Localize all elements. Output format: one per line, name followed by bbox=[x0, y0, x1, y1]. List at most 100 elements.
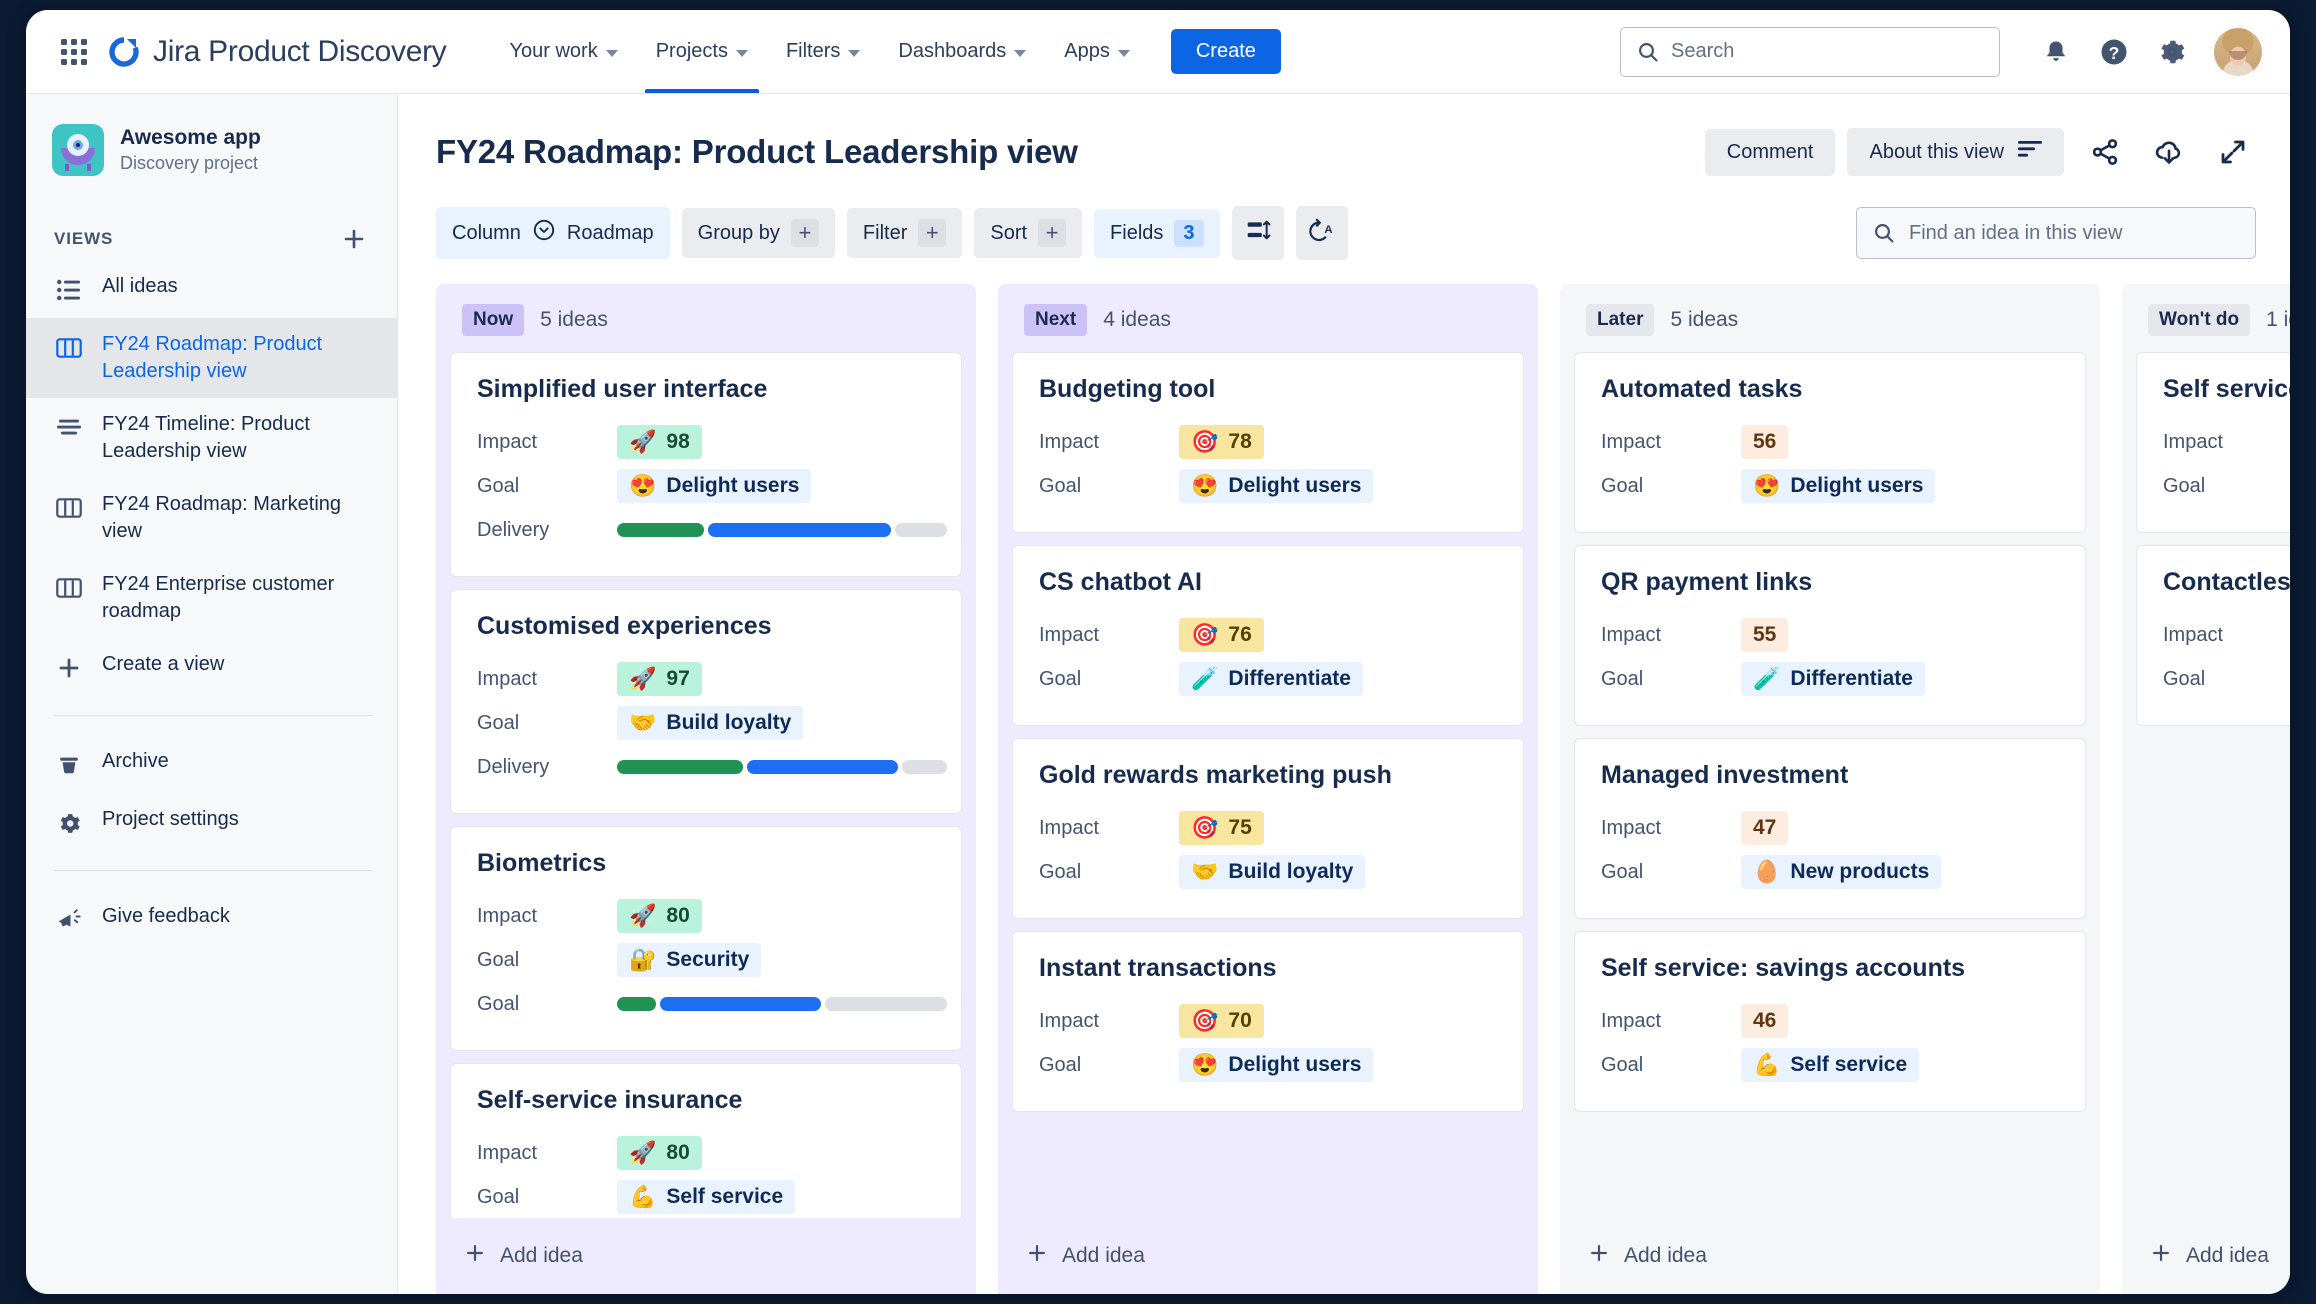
impact-value: 70 bbox=[1228, 1009, 1252, 1032]
idea-title: QR payment links bbox=[1601, 568, 1813, 596]
sort-alpha-button[interactable]: A bbox=[1295, 206, 1348, 260]
impact-value-tag[interactable]: 🎯 75 bbox=[1179, 811, 1264, 845]
row-height-button[interactable] bbox=[1231, 206, 1284, 260]
impact-value-tag[interactable]: 47 bbox=[1741, 811, 1789, 845]
impact-value-tag[interactable]: 🚀 80 bbox=[617, 1136, 702, 1170]
sidebar-item-create-a-view[interactable]: Create a view bbox=[26, 638, 397, 696]
project-header[interactable]: Awesome app Discovery project bbox=[26, 116, 397, 176]
idea-card[interactable]: Biometrics Impact 🚀 80 Goal 🔐 Security Goal bbox=[450, 826, 962, 1051]
goal-label: Goal bbox=[477, 1185, 520, 1208]
idea-card[interactable]: CS chatbot AI Impact 🎯 76 Goal 🧪 Differentiate bbox=[1012, 545, 1524, 726]
impact-label: Impact bbox=[477, 904, 538, 927]
nav-item-filters[interactable]: Filters bbox=[767, 10, 879, 93]
sidebar-item-fy24-roadmap-product-leadership[interactable]: FY24 Roadmap: Product Leadership view bbox=[26, 318, 397, 398]
impact-value-tag[interactable]: 🚀 97 bbox=[617, 662, 702, 696]
impact-value-tag[interactable]: 🎯 70 bbox=[1179, 1004, 1264, 1038]
sidebar-item-fy24-roadmap-marketing[interactable]: FY24 Roadmap: Marketing view bbox=[26, 478, 397, 558]
column-selector-button[interactable]: Column Roadmap bbox=[436, 207, 670, 259]
nav-item-projects[interactable]: Projects bbox=[637, 10, 767, 93]
help-icon[interactable]: ? bbox=[2088, 26, 2140, 78]
goal-value-tag[interactable]: 🥚 New products bbox=[1741, 855, 1942, 889]
goal-value-tag[interactable]: 🧪 Differentiate bbox=[1741, 662, 1925, 696]
sidebar-item-archive[interactable]: Archive bbox=[26, 735, 397, 793]
idea-goal-row: Goal 💪 Self service bbox=[477, 1175, 935, 1218]
filter-button[interactable]: Filter + bbox=[846, 208, 963, 258]
idea-card[interactable]: Self service: Impact36Goal🧪 bbox=[2136, 352, 2290, 533]
idea-card[interactable]: Managed investment Impact 47 Goal 🥚 New produ… bbox=[1574, 738, 2086, 919]
goal-value-tag[interactable]: 🔐 Security bbox=[617, 943, 762, 977]
idea-goal-row: Goal 🧪 Differentiate bbox=[1039, 657, 1497, 701]
user-avatar[interactable] bbox=[2212, 25, 2264, 78]
impact-value-tag[interactable]: 🚀 80 bbox=[617, 899, 702, 933]
impact-value-tag[interactable]: 🎯 78 bbox=[1179, 425, 1264, 459]
goal-label: Goal bbox=[2163, 474, 2206, 497]
add-idea-button[interactable]: Add idea bbox=[2122, 1218, 2290, 1294]
find-idea-input[interactable]: Find an idea in this view bbox=[1856, 207, 2256, 259]
goal-value: Delight users bbox=[1790, 474, 1924, 497]
global-search-input[interactable]: Search bbox=[1620, 26, 2000, 77]
idea-goal-row: Goal🧪 bbox=[2163, 464, 2290, 508]
goal-value-tag[interactable]: 💪 Self service bbox=[617, 1180, 796, 1214]
goal-value-tag[interactable]: 😍 Delight users bbox=[1741, 469, 1936, 503]
nav-item-your-work[interactable]: Your work bbox=[491, 10, 637, 93]
sidebar-item-project-settings[interactable]: Project settings bbox=[26, 793, 397, 851]
impact-label: Impact bbox=[477, 1141, 538, 1164]
idea-card[interactable]: Gold rewards marketing push Impact 🎯 75 Goal… bbox=[1012, 738, 1524, 919]
goal-value-tag[interactable]: 🤝 Build loyalty bbox=[1179, 855, 1366, 889]
app-switcher-icon[interactable] bbox=[54, 32, 94, 72]
idea-card[interactable]: Instant transactions Impact 🎯 70 Goal 😍 Deligh… bbox=[1012, 931, 1524, 1112]
fields-button[interactable]: Fields 3 bbox=[1094, 208, 1220, 258]
idea-card[interactable]: Simplified user interface Impact 🚀 98 Goal 😍 D… bbox=[450, 352, 962, 577]
brand-name: Jira Product Discovery bbox=[153, 34, 447, 68]
sidebar-item-fy24-enterprise-customer-roadmap[interactable]: FY24 Enterprise customer roadmap bbox=[26, 558, 397, 638]
add-idea-button[interactable]: Add idea bbox=[436, 1218, 976, 1294]
description-lines-icon bbox=[2018, 140, 2042, 164]
sidebar-item-label: Archive bbox=[102, 750, 169, 772]
goal-value-tag[interactable]: 🧪 Differentiate bbox=[1179, 662, 1363, 696]
sidebar-item-give-feedback[interactable]: Give feedback bbox=[26, 890, 397, 948]
share-icon[interactable] bbox=[2082, 129, 2128, 175]
delivery-label: Delivery bbox=[477, 755, 550, 778]
goal-value-tag[interactable]: 🤝 Build loyalty bbox=[617, 706, 804, 740]
impact-value-tag[interactable]: 🚀 98 bbox=[617, 425, 702, 459]
idea-card[interactable]: Self service: savings accounts Impact 46 Go… bbox=[1574, 931, 2086, 1112]
sort-button[interactable]: Sort + bbox=[974, 208, 1083, 258]
goal-value-tag[interactable]: 💪 Self service bbox=[1741, 1048, 1920, 1082]
settings-gear-icon[interactable] bbox=[2146, 26, 2198, 78]
idea-card[interactable]: Budgeting tool Impact 🎯 78 Goal 😍 Delight user… bbox=[1012, 352, 1524, 533]
goal-value-tag[interactable]: 😍 Delight users bbox=[1179, 1048, 1374, 1082]
group-by-button[interactable]: Group by + bbox=[681, 208, 835, 258]
comment-button[interactable]: Comment bbox=[1704, 128, 1836, 176]
comment-label: Comment bbox=[1726, 140, 1814, 163]
idea-impact-row: Impact 🎯 78 bbox=[1039, 420, 1497, 464]
idea-goal-row: Goal 😍 Delight users bbox=[1601, 464, 2059, 508]
about-this-view-button[interactable]: About this view bbox=[1847, 128, 2064, 176]
goal-value-tag[interactable]: 😍 Delight users bbox=[617, 469, 812, 503]
brand-link[interactable]: Jira Product Discovery bbox=[108, 35, 447, 69]
board-column-next: Next 4 ideas Budgeting tool Impact 🎯 78 Goal 😍 D… bbox=[998, 284, 1538, 1294]
idea-card[interactable]: Self-service insurance Impact 🚀 80 Goal 💪 Self… bbox=[450, 1063, 962, 1218]
create-button[interactable]: Create bbox=[1170, 29, 1281, 74]
expand-icon[interactable] bbox=[2210, 129, 2256, 175]
idea-impact-row: Impact 🚀 80 bbox=[477, 1131, 935, 1175]
idea-delivery-row: Delivery bbox=[477, 745, 947, 789]
idea-card[interactable]: QR payment links Impact 55 Goal 🧪 Differentia… bbox=[1574, 545, 2086, 726]
impact-value-tag[interactable]: 🎯 76 bbox=[1179, 618, 1264, 652]
nav-item-apps[interactable]: Apps bbox=[1045, 10, 1149, 93]
impact-value-tag[interactable]: 55 bbox=[1741, 618, 1789, 652]
notifications-bell-icon[interactable] bbox=[2030, 26, 2082, 78]
sidebar-item-all-ideas[interactable]: All ideas bbox=[26, 260, 397, 318]
add-idea-button[interactable]: Add idea bbox=[998, 1218, 1538, 1294]
impact-value-tag[interactable]: 46 bbox=[1741, 1004, 1789, 1038]
nav-item-dashboards[interactable]: Dashboards bbox=[879, 10, 1045, 93]
roadmap-board[interactable]: Now 5 ideas Simplified user interface Impac… bbox=[398, 260, 2290, 1294]
cloud-download-icon[interactable] bbox=[2146, 129, 2192, 175]
idea-card[interactable]: Automated tasks Impact 56 Goal 😍 Delight user… bbox=[1574, 352, 2086, 533]
idea-card[interactable]: Contactless Impact30Goal🚕 bbox=[2136, 545, 2290, 726]
idea-card[interactable]: Customised experiences Impact 🚀 97 Goal 🤝 Buil… bbox=[450, 589, 962, 814]
add-view-plus-icon[interactable] bbox=[337, 222, 371, 256]
add-idea-button[interactable]: Add idea bbox=[1560, 1218, 2100, 1294]
goal-value-tag[interactable]: 😍 Delight users bbox=[1179, 469, 1374, 503]
impact-value-tag[interactable]: 56 bbox=[1741, 425, 1789, 459]
sidebar-item-fy24-timeline-product-leadership[interactable]: FY24 Timeline: Product Leadership view bbox=[26, 398, 397, 478]
